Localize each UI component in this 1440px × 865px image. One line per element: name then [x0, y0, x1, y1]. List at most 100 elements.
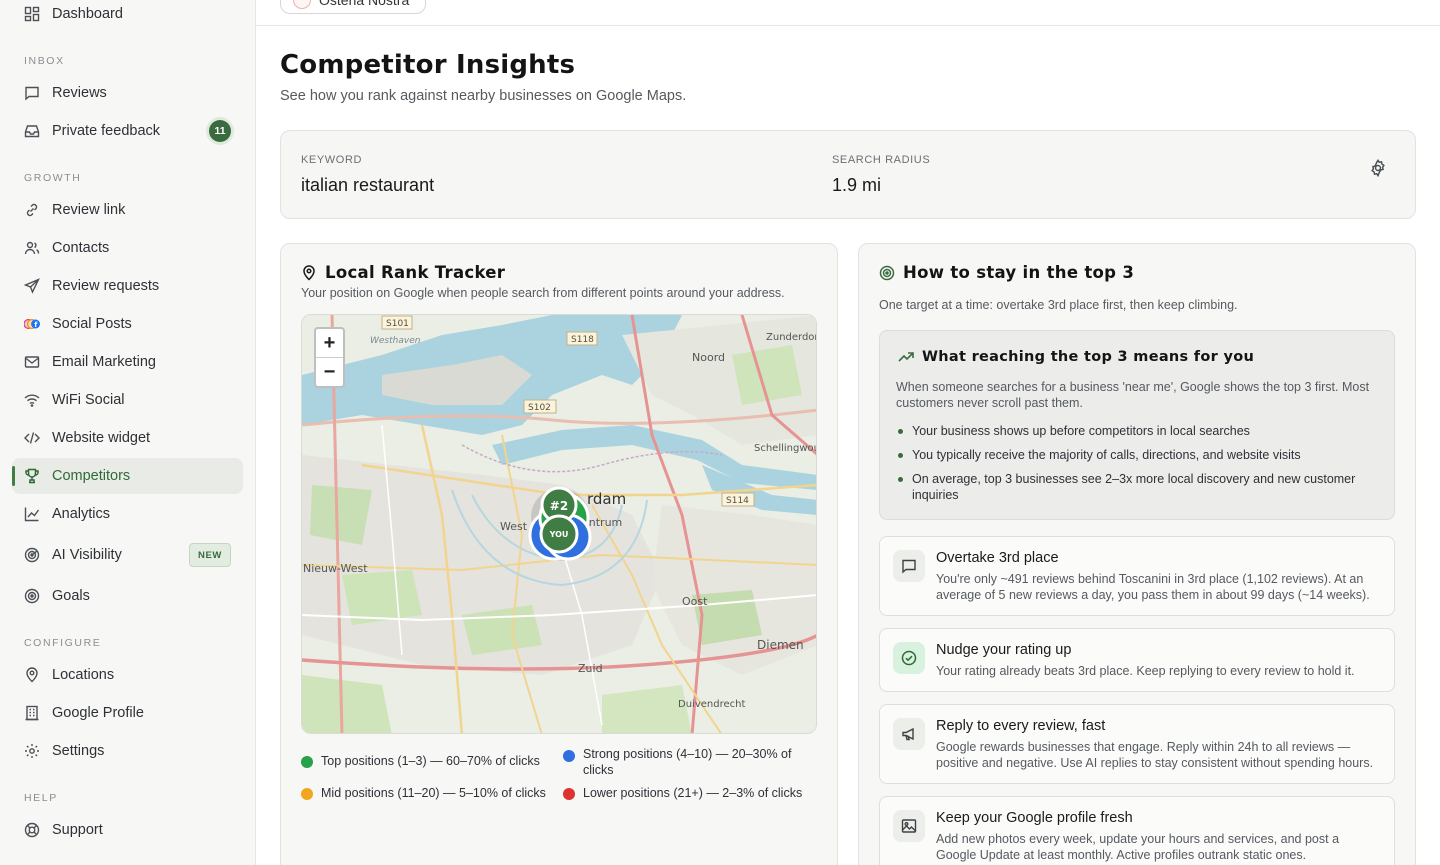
info-bullet: Your business shows up before competitor…	[898, 423, 1378, 439]
search-settings-button[interactable]	[1369, 159, 1389, 179]
sidebar-item-reviews[interactable]: Reviews	[12, 75, 243, 111]
sidebar-item-review-requests[interactable]: Review requests	[12, 268, 243, 304]
legend-item-low: Lower positions (21+) — 2–3% of clicks	[563, 786, 823, 800]
sidebar-item-ai-visibility[interactable]: AI Visibility NEW	[12, 537, 243, 573]
sidebar-item-locations[interactable]: Locations	[12, 657, 243, 693]
legend-swatch	[301, 788, 313, 800]
sidebar-item-private-feedback[interactable]: Private feedback 11	[12, 113, 243, 149]
grid-icon	[24, 6, 40, 22]
keyword-label: KEYWORD	[301, 154, 363, 166]
map-label: S114	[726, 496, 749, 506]
sidebar-item-contacts[interactable]: Contacts	[12, 230, 243, 266]
top3-title: How to stay in the top 3	[879, 263, 1134, 282]
sidebar-item-website-widget[interactable]: Website widget	[12, 420, 243, 456]
building-icon	[24, 705, 40, 721]
link-icon	[24, 202, 40, 218]
message-square-icon	[893, 550, 925, 582]
map-label: S101	[386, 319, 409, 329]
info-bullet: You typically receive the majority of ca…	[898, 447, 1378, 463]
tip-title: Nudge your rating up	[936, 642, 1072, 658]
sidebar-item-goals[interactable]: Goals	[12, 578, 243, 614]
zoom-in-button[interactable]: +	[316, 329, 343, 358]
sidebar-item-analytics[interactable]: Analytics	[12, 496, 243, 532]
sidebar-item-label: Google Profile	[52, 705, 144, 721]
sidebar-item-review-link[interactable]: Review link	[12, 192, 243, 228]
tip-rating[interactable]: Nudge your rating up Your rating already…	[879, 628, 1395, 692]
target-icon	[879, 265, 895, 281]
sidebar-item-label: Locations	[52, 667, 115, 683]
keyword-value: italian restaurant	[301, 175, 435, 195]
sidebar-item-label: Support	[52, 822, 103, 838]
sidebar-item-label: Website widget	[52, 430, 151, 446]
tip-reply[interactable]: Reply to every review, fast Google rewar…	[879, 704, 1395, 784]
legend-label: Strong positions (4–10) — 20–30% of clic…	[583, 747, 792, 777]
legend-label: Lower positions (21+) — 2–3% of clicks	[583, 786, 803, 800]
legend-swatch	[301, 756, 313, 768]
tip-title: Overtake 3rd place	[936, 550, 1059, 566]
wifi-icon	[24, 392, 40, 408]
tip-profile[interactable]: Keep your Google profile fresh Add new p…	[879, 796, 1395, 865]
section-label-help: HELP	[24, 792, 58, 804]
trending-up-icon	[898, 350, 914, 364]
map-label: Oost	[682, 595, 708, 608]
map-label: Nieuw-West	[303, 562, 368, 575]
sidebar-item-google-profile[interactable]: Google Profile	[12, 695, 243, 731]
rank-markers[interactable]: #2 YOU	[528, 486, 592, 561]
page-title: Competitor Insights	[280, 50, 576, 80]
search-settings-card: KEYWORD italian restaurant SEARCH RADIUS…	[280, 130, 1416, 219]
sidebar-item-dashboard[interactable]: Dashboard	[12, 0, 243, 32]
legend-item-mid: Mid positions (11–20) — 5–10% of clicks	[301, 786, 561, 800]
feedback-count-badge: 11	[209, 120, 231, 142]
sidebar-item-support[interactable]: Support	[12, 812, 243, 848]
info-description: When someone searches for a business 'ne…	[896, 380, 1370, 410]
sidebar-item-label: Competitors	[52, 468, 131, 484]
sidebar-item-label: Review link	[52, 202, 126, 218]
image-icon	[893, 810, 925, 842]
sidebar-item-label: Reviews	[52, 85, 107, 101]
you-marker-label: YOU	[549, 530, 569, 539]
sidebar-item-label: Dashboard	[52, 6, 123, 22]
sidebar-item-label: Private feedback	[52, 123, 161, 139]
radius-value: 1.9 mi	[832, 175, 882, 195]
sidebar-item-settings[interactable]: Settings	[12, 733, 243, 769]
gear-icon	[24, 743, 40, 759]
rank-tracker-title: Local Rank Tracker	[301, 263, 505, 282]
location-switcher[interactable]: Osteria Nostra	[280, 0, 426, 14]
sidebar-item-label: Email Marketing	[52, 354, 156, 370]
send-icon	[24, 278, 40, 294]
map-label: Duivendrecht	[678, 699, 745, 710]
page-subtitle: See how you rank against nearby business…	[280, 88, 687, 104]
sidebar-item-competitors[interactable]: Competitors	[12, 458, 243, 494]
map-label: rdam	[587, 490, 626, 508]
tip-overtake[interactable]: Overtake 3rd place You're only ~491 revi…	[879, 536, 1395, 616]
map-label: Zuid	[578, 662, 603, 675]
tip-title: Keep your Google profile fresh	[936, 810, 1133, 826]
location-name: Osteria Nostra	[319, 0, 410, 8]
section-label-configure: CONFIGURE	[24, 637, 102, 649]
topbar: Osteria Nostra	[256, 0, 1440, 26]
legend-item-strong: Strong positions (4–10) — 20–30% of clic…	[563, 746, 813, 778]
pin-icon	[301, 264, 317, 281]
lifebuoy-icon	[24, 822, 40, 838]
sidebar-item-label: Review requests	[52, 278, 160, 294]
message-icon	[24, 85, 40, 101]
rank-map[interactable]: S101 S118 S102 S114 Westhaven Zunderdor …	[301, 314, 817, 734]
check-circle-icon	[893, 642, 925, 674]
legend-swatch	[563, 750, 575, 762]
gear-icon	[1371, 159, 1385, 178]
sidebar-item-wifi-social[interactable]: WiFi Social	[12, 382, 243, 418]
top3-info-box: What reaching the top 3 means for you Wh…	[879, 330, 1395, 520]
new-badge: NEW	[189, 543, 231, 567]
map-label: Schellingwou	[754, 443, 817, 454]
sidebar-item-social-posts[interactable]: f Social Posts	[12, 306, 243, 342]
info-bullet: On average, top 3 businesses see 2–3x mo…	[898, 471, 1378, 503]
map-label: Diemen	[757, 638, 804, 652]
trophy-icon	[24, 468, 40, 484]
zoom-out-button[interactable]: −	[316, 358, 343, 387]
sidebar-item-label: Analytics	[52, 506, 111, 522]
sidebar-item-label: Settings	[52, 743, 105, 759]
map-label: Zunderdor	[766, 332, 817, 343]
sidebar-item-email-marketing[interactable]: Email Marketing	[12, 344, 243, 380]
sidebar: Dashboard INBOX Reviews Private feedback…	[0, 0, 256, 865]
inbox-icon	[24, 123, 40, 139]
